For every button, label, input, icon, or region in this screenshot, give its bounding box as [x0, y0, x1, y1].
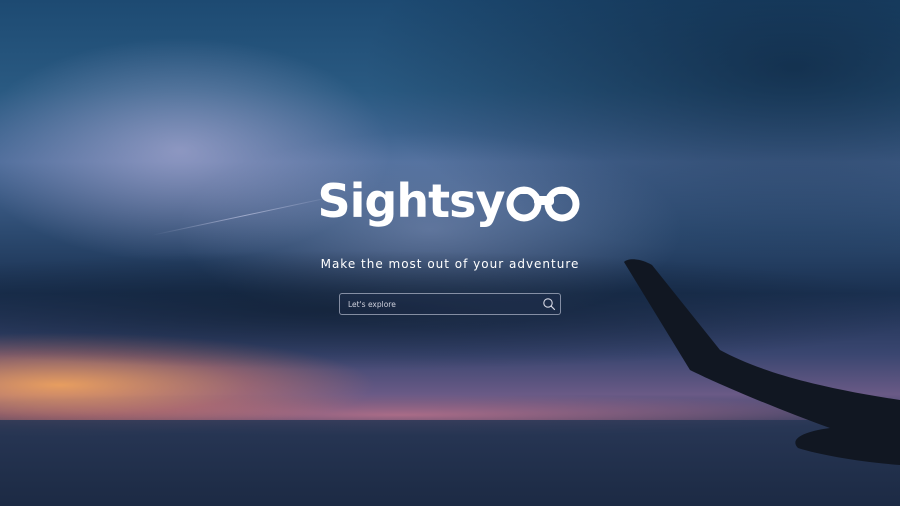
- tagline: Make the most out of your adventure: [320, 257, 580, 271]
- logo[interactable]: Sightsy: [318, 178, 583, 224]
- brand-name: Sightsy: [317, 174, 506, 228]
- binoculars-icon: [506, 186, 580, 222]
- airplane-wing: [624, 259, 900, 465]
- search-bar: [339, 293, 561, 315]
- hero-background: Sightsy Make the most out of your advent…: [0, 0, 900, 506]
- brand-header: Sightsy: [0, 178, 900, 224]
- search-input[interactable]: [340, 294, 540, 314]
- search-icon[interactable]: [542, 297, 556, 311]
